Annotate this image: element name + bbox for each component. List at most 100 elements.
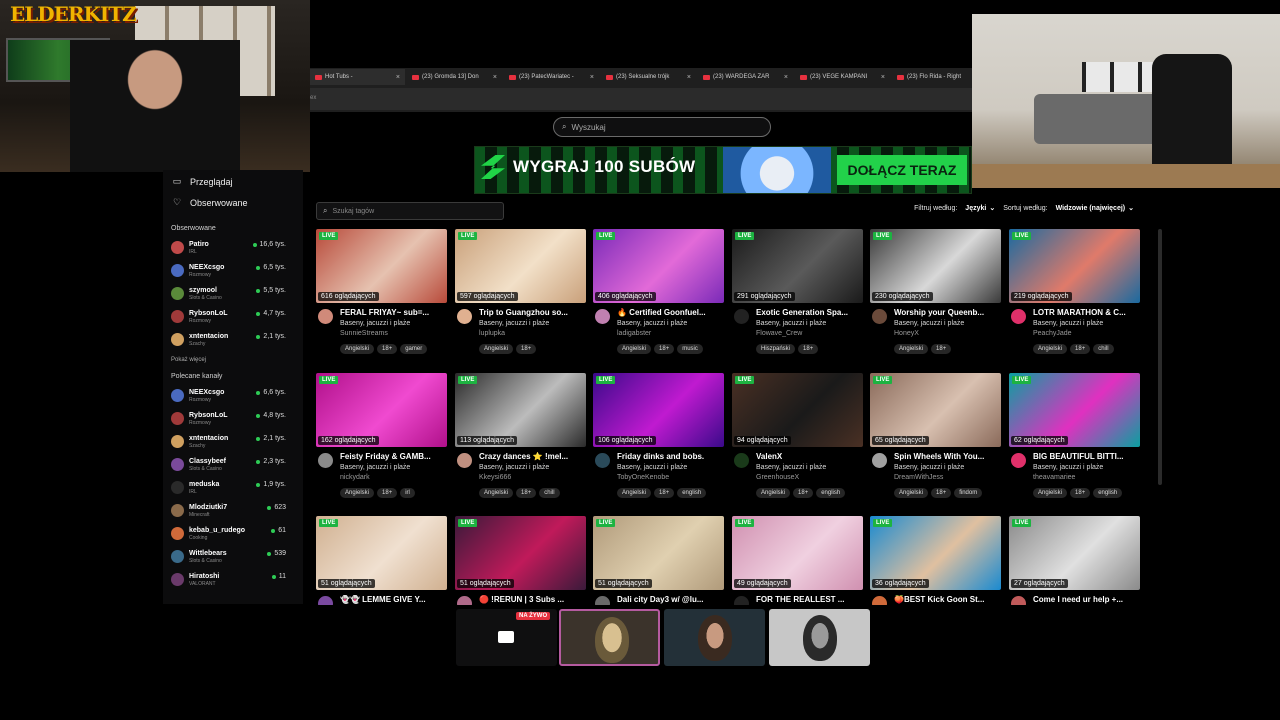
sidebar-channel[interactable]: xntentacion Szachy 2,1 tys.	[163, 328, 303, 351]
avatar[interactable]	[595, 309, 610, 324]
tag-chip[interactable]: 18+	[516, 344, 537, 354]
tag-chip[interactable]: 18+	[377, 344, 398, 354]
promo-banner[interactable]: WYGRAJ 100 SUBÓW DOŁĄCZ TERAZ	[474, 146, 972, 194]
stream-card[interactable]: LIVE 597 oglądających Trip to Guangzhou so…	[455, 229, 586, 365]
sort-dropdown[interactable]: Widzowie (najwięcej) ⌄	[1056, 204, 1134, 213]
stream-category[interactable]: Baseny, jacuzzi i plaże	[756, 464, 826, 471]
stream-card[interactable]: LIVE 62 oglądających BIG BEAUTIFUL BITTI..…	[1009, 373, 1140, 509]
browser-tab[interactable]: (23) Gromda 13] Don ×	[407, 69, 502, 85]
stream-title[interactable]: ValenX	[756, 452, 862, 461]
avatar[interactable]	[1011, 309, 1026, 324]
tag-chip[interactable]: Angielski	[617, 344, 652, 354]
stream-thumbnail[interactable]: LIVE 106 oglądających	[593, 373, 724, 447]
browser-tab[interactable]: (23) VEGE KAMPANI ×	[795, 69, 890, 85]
sidebar-channel[interactable]: Classybeef Slots & Casino 2,3 tys.	[163, 453, 303, 476]
avatar[interactable]	[734, 453, 749, 468]
tag-chip[interactable]: 18+	[1070, 344, 1091, 354]
stream-title[interactable]: Worship your Queenb...	[894, 308, 1000, 317]
avatar[interactable]	[457, 309, 472, 324]
tag-chip[interactable]: Angielski	[894, 488, 929, 498]
sidebar-channel[interactable]: szymool Slots & Casino 5,5 tys.	[163, 282, 303, 305]
sidebar-channel[interactable]: kebab_u_rudego Cooking 61	[163, 522, 303, 545]
sidebar-channel[interactable]: Wittlebears Slots & Casino 539	[163, 545, 303, 568]
stream-title[interactable]: 🔴 !RERUN | 3 Subs ...	[479, 595, 585, 604]
avatar[interactable]	[457, 453, 472, 468]
stream-title[interactable]: FERAL FRIYAY~ sub=...	[340, 308, 446, 317]
stream-card[interactable]: LIVE 230 oglądających Worship your Queenb.…	[870, 229, 1001, 365]
language-filter-dropdown[interactable]: Języki ⌄	[965, 204, 995, 213]
stream-thumbnail[interactable]: LIVE 49 oglądających	[732, 516, 863, 590]
search-input[interactable]: ⌕ Wyszukaj	[553, 117, 771, 137]
close-icon[interactable]: ×	[881, 74, 885, 81]
stream-category[interactable]: Baseny, jacuzzi i plaże	[894, 464, 964, 471]
close-icon[interactable]: ×	[493, 74, 497, 81]
sidebar-channel[interactable]: meduska IRL 1,9 tys.	[163, 476, 303, 499]
stream-thumbnail[interactable]: LIVE 113 oglądających	[455, 373, 586, 447]
tag-chip[interactable]: 18+	[377, 488, 398, 498]
tag-chip[interactable]: english	[816, 488, 846, 498]
tag-chip[interactable]: english	[677, 488, 707, 498]
stream-card[interactable]: LIVE 51 oglądających 👻👻 LEMME GIVE Y...	[316, 516, 447, 605]
tag-chip[interactable]: Angielski	[479, 488, 514, 498]
tag-chip[interactable]: chill	[539, 488, 560, 498]
stream-title[interactable]: Come I need ur help +...	[1033, 595, 1139, 604]
stream-thumbnail[interactable]: LIVE 616 oglądających	[316, 229, 447, 303]
tag-chip[interactable]: Angielski	[617, 488, 652, 498]
tag-chip[interactable]: Angielski	[894, 344, 929, 354]
stream-card[interactable]: LIVE 162 oglądających Feisty Friday & GAMB…	[316, 373, 447, 509]
tag-search-input[interactable]: ⌕ Szukaj tagów	[316, 202, 504, 220]
sidebar-channel[interactable]: Hiratoshi VALORANT 11	[163, 568, 303, 591]
stream-card[interactable]: LIVE 219 oglądających LOTR MARATHON & C...…	[1009, 229, 1140, 365]
stream-username[interactable]: luplupka	[479, 330, 505, 337]
stream-card[interactable]: LIVE 291 oglądających Exotic Generation Sp…	[732, 229, 863, 365]
stream-thumbnail[interactable]: LIVE 291 oglądających	[732, 229, 863, 303]
stream-thumbnail[interactable]: LIVE 62 oglądających	[1009, 373, 1140, 447]
stream-title[interactable]: 👻👻 LEMME GIVE Y...	[340, 595, 446, 604]
sidebar-channel[interactable]: xntentacion Szachy 2,1 tys.	[163, 430, 303, 453]
stream-username[interactable]: ladigabster	[617, 330, 651, 337]
avatar[interactable]	[595, 596, 610, 605]
stream-thumbnail[interactable]: LIVE 219 oglądających	[1009, 229, 1140, 303]
tag-chip[interactable]: Angielski	[756, 488, 791, 498]
stream-thumbnail[interactable]: LIVE 51 oglądających	[455, 516, 586, 590]
stream-title[interactable]: Trip to Guangzhou so...	[479, 308, 585, 317]
stream-thumbnail[interactable]: LIVE 51 oglądających	[316, 516, 447, 590]
screen-share-tile[interactable]: NA ŻYWO	[456, 609, 557, 666]
stream-category[interactable]: Baseny, jacuzzi i plaże	[617, 464, 687, 471]
stream-username[interactable]: HoneyX	[894, 330, 919, 337]
stream-username[interactable]: GreenhouseX	[756, 474, 799, 481]
nav-browse[interactable]: ▭ Przeglądaj	[163, 171, 303, 192]
tag-chip[interactable]: Angielski	[479, 344, 514, 354]
stream-category[interactable]: Baseny, jacuzzi i plaże	[894, 320, 964, 327]
sidebar-channel[interactable]: Patiro IRL 16,6 tys.	[163, 236, 303, 259]
stream-username[interactable]: PeachyJade	[1033, 330, 1072, 337]
nav-following[interactable]: ♡ Obserwowane	[163, 192, 303, 213]
tag-chip[interactable]: chill	[1093, 344, 1114, 354]
stream-category[interactable]: Baseny, jacuzzi i plaże	[1033, 464, 1103, 471]
stream-thumbnail[interactable]: LIVE 27 oglądających	[1009, 516, 1140, 590]
avatar[interactable]	[872, 596, 887, 605]
stream-username[interactable]: nickydark	[340, 474, 370, 481]
stream-thumbnail[interactable]: LIVE 406 oglądających	[593, 229, 724, 303]
tag-chip[interactable]: Angielski	[340, 488, 375, 498]
show-more-link[interactable]: Pokaż więcej	[163, 357, 303, 363]
close-icon[interactable]: ×	[590, 74, 594, 81]
tag-chip[interactable]: gamer	[400, 344, 428, 354]
stream-title[interactable]: Dali city Day3 w/ @lu...	[617, 595, 723, 604]
stream-title[interactable]: 🍑BEST Kick Goon St...	[894, 595, 1000, 604]
stream-thumbnail[interactable]: LIVE 36 oglądających	[870, 516, 1001, 590]
avatar[interactable]	[1011, 596, 1026, 605]
tag-chip[interactable]: Hiszpański	[756, 344, 796, 354]
stream-thumbnail[interactable]: LIVE 65 oglądających	[870, 373, 1001, 447]
scrollbar[interactable]	[1158, 229, 1162, 485]
stream-category[interactable]: Baseny, jacuzzi i plaże	[340, 464, 410, 471]
stream-card[interactable]: LIVE 406 oglądających 🔥 Certified Goonfuel…	[593, 229, 724, 365]
stream-title[interactable]: Friday dinks and bobs.	[617, 452, 723, 461]
stream-username[interactable]: SunnieStreams	[340, 330, 388, 337]
tag-chip[interactable]: 18+	[798, 344, 819, 354]
stream-username[interactable]: TobyOneKenobe	[617, 474, 669, 481]
stream-card[interactable]: LIVE 36 oglądających 🍑BEST Kick Goon St...	[870, 516, 1001, 605]
browser-tab[interactable]: Hot Tubs - ×	[310, 69, 405, 85]
avatar[interactable]	[734, 309, 749, 324]
stream-category[interactable]: Baseny, jacuzzi i plaże	[1033, 320, 1103, 327]
